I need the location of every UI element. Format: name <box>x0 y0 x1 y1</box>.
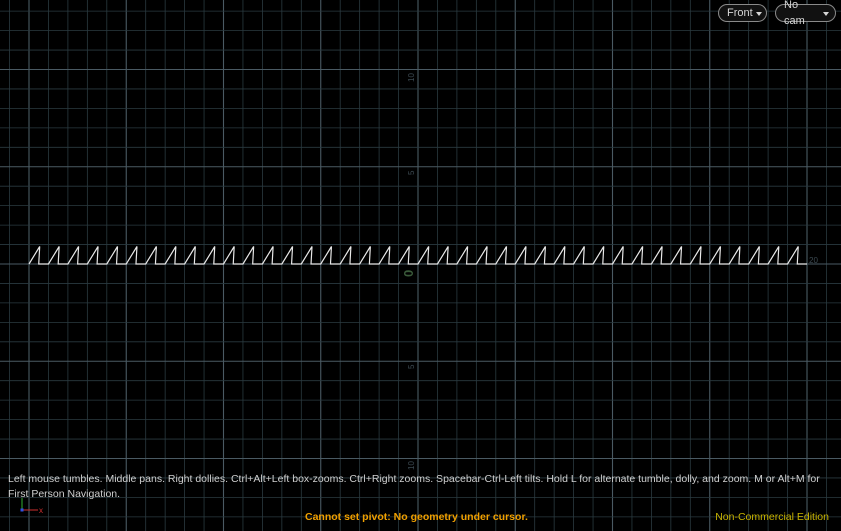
grid-lines <box>0 0 841 531</box>
view-menu-button[interactable]: Front <box>718 4 767 22</box>
view-menu-label: Front <box>727 7 753 19</box>
scene-viewport[interactable]: 10 5 5 10 0 20 Front No cam Left mouse t… <box>0 0 841 531</box>
camera-menu-button[interactable]: No cam <box>775 0 836 27</box>
caret-down-icon <box>755 11 762 16</box>
ruler-label-y-5: 5 <box>407 170 416 175</box>
ruler-label-y-minus-5: 5 <box>407 364 416 369</box>
camera-menu-label: No cam <box>784 0 805 27</box>
axis-x-label: x <box>39 506 43 515</box>
viewport-grid: 10 5 5 10 0 20 <box>0 0 841 531</box>
caret-down-icon <box>823 11 829 16</box>
ruler-label-y-10: 10 <box>407 73 416 82</box>
ruler-label-x-20: 20 <box>809 256 818 265</box>
ruler-labels: 10 5 5 10 0 20 <box>401 73 818 470</box>
edition-label: Non-Commercial Edition <box>715 511 829 523</box>
navigation-help-text: Left mouse tumbles. Middle pans. Right d… <box>8 473 820 500</box>
status-message: Cannot set pivot: No geometry under curs… <box>305 511 528 523</box>
ruler-label-y-minus-10: 10 <box>407 461 416 470</box>
ruler-label-origin: 0 <box>401 270 416 277</box>
axis-gizmo-icon: x <box>20 498 43 515</box>
